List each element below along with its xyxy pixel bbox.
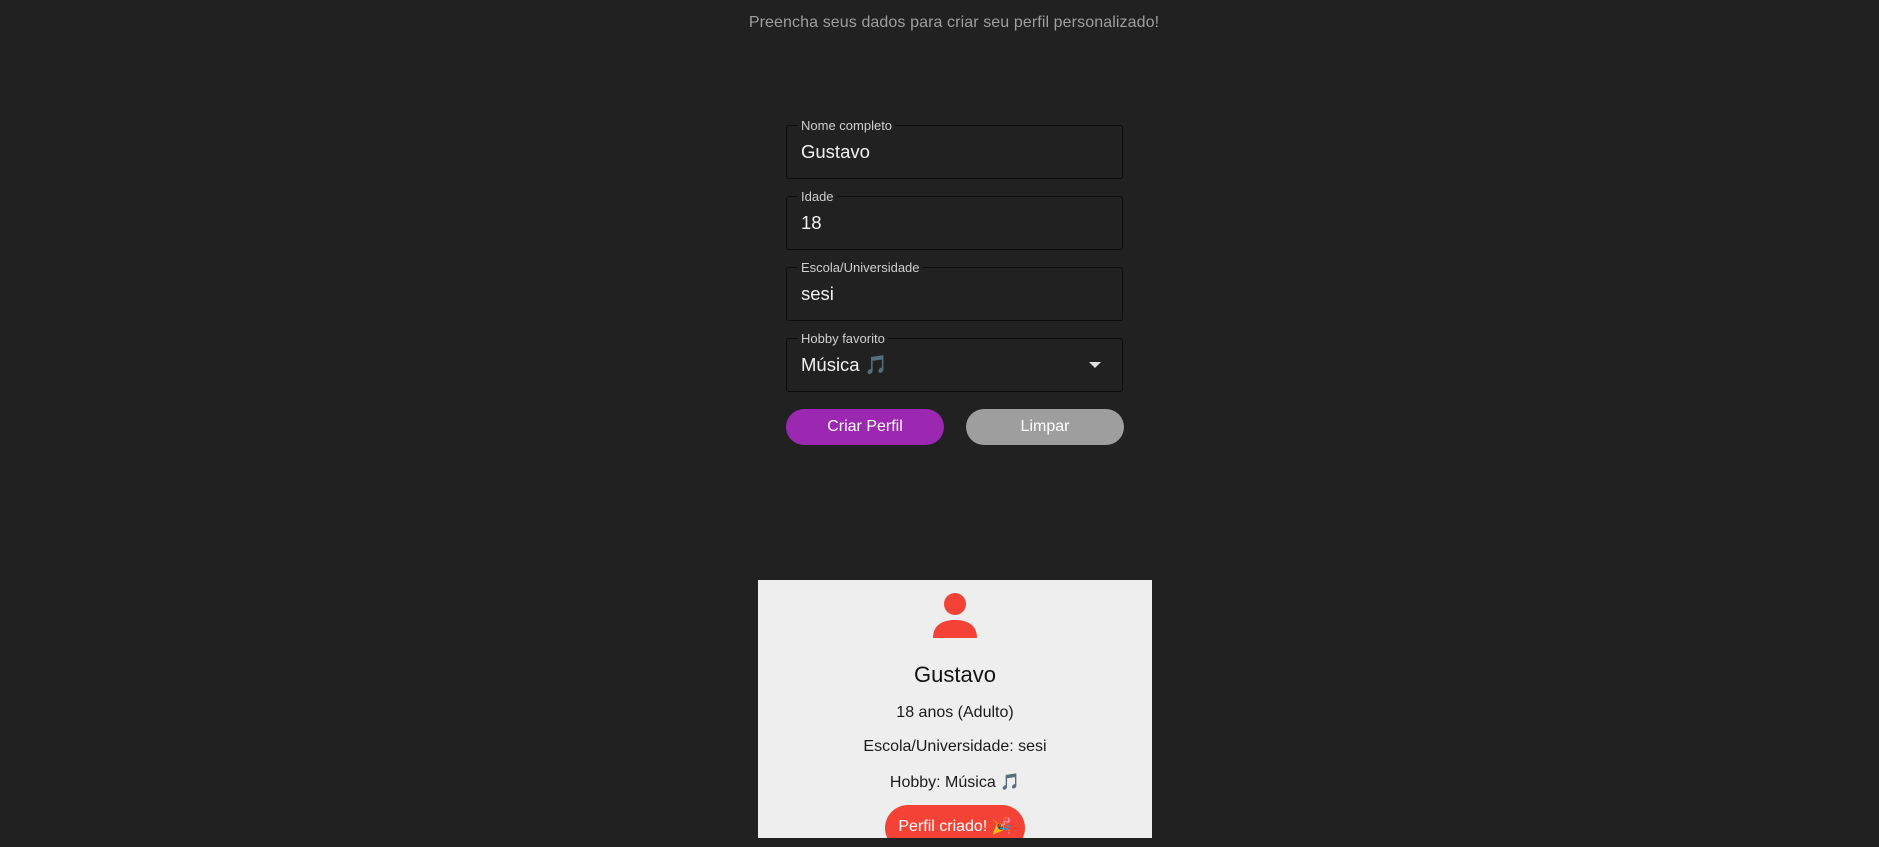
age-input[interactable] bbox=[801, 209, 1101, 237]
page-subtitle: Preencha seus dados para criar seu perfi… bbox=[748, 14, 1160, 31]
create-profile-button[interactable]: Criar Perfil bbox=[786, 409, 944, 445]
profile-hobby: Hobby: Música 🎵 bbox=[889, 774, 1021, 791]
hobby-select[interactable]: Hobby favorito Música 🎵 bbox=[786, 331, 1123, 392]
name-field-label: Nome completo bbox=[798, 118, 896, 133]
hobby-selected-value: Música 🎵 bbox=[801, 354, 888, 375]
profile-created-badge: Perfil criado! 🎉 bbox=[885, 805, 1025, 838]
profile-name: Gustavo bbox=[914, 662, 996, 687]
profile-age: 18 anos (Adulto) bbox=[896, 704, 1014, 721]
name-field[interactable]: Nome completo bbox=[786, 118, 1123, 179]
name-input[interactable] bbox=[801, 138, 1101, 166]
person-icon bbox=[933, 593, 977, 638]
school-input[interactable] bbox=[801, 280, 1101, 308]
age-field-label: Idade bbox=[798, 189, 837, 204]
hobby-field-label: Hobby favorito bbox=[798, 331, 888, 346]
age-field[interactable]: Idade bbox=[786, 189, 1123, 250]
school-field-label: Escola/Universidade bbox=[798, 260, 923, 275]
chevron-down-icon[interactable] bbox=[1089, 362, 1101, 368]
profile-card: Gustavo 18 anos (Adulto) Escola/Universi… bbox=[758, 580, 1152, 838]
school-field[interactable]: Escola/Universidade bbox=[786, 260, 1123, 321]
clear-button[interactable]: Limpar bbox=[966, 409, 1124, 445]
profile-form-page: Preencha seus dados para criar seu perfi… bbox=[0, 0, 1879, 847]
profile-school: Escola/Universidade: sesi bbox=[863, 738, 1047, 755]
